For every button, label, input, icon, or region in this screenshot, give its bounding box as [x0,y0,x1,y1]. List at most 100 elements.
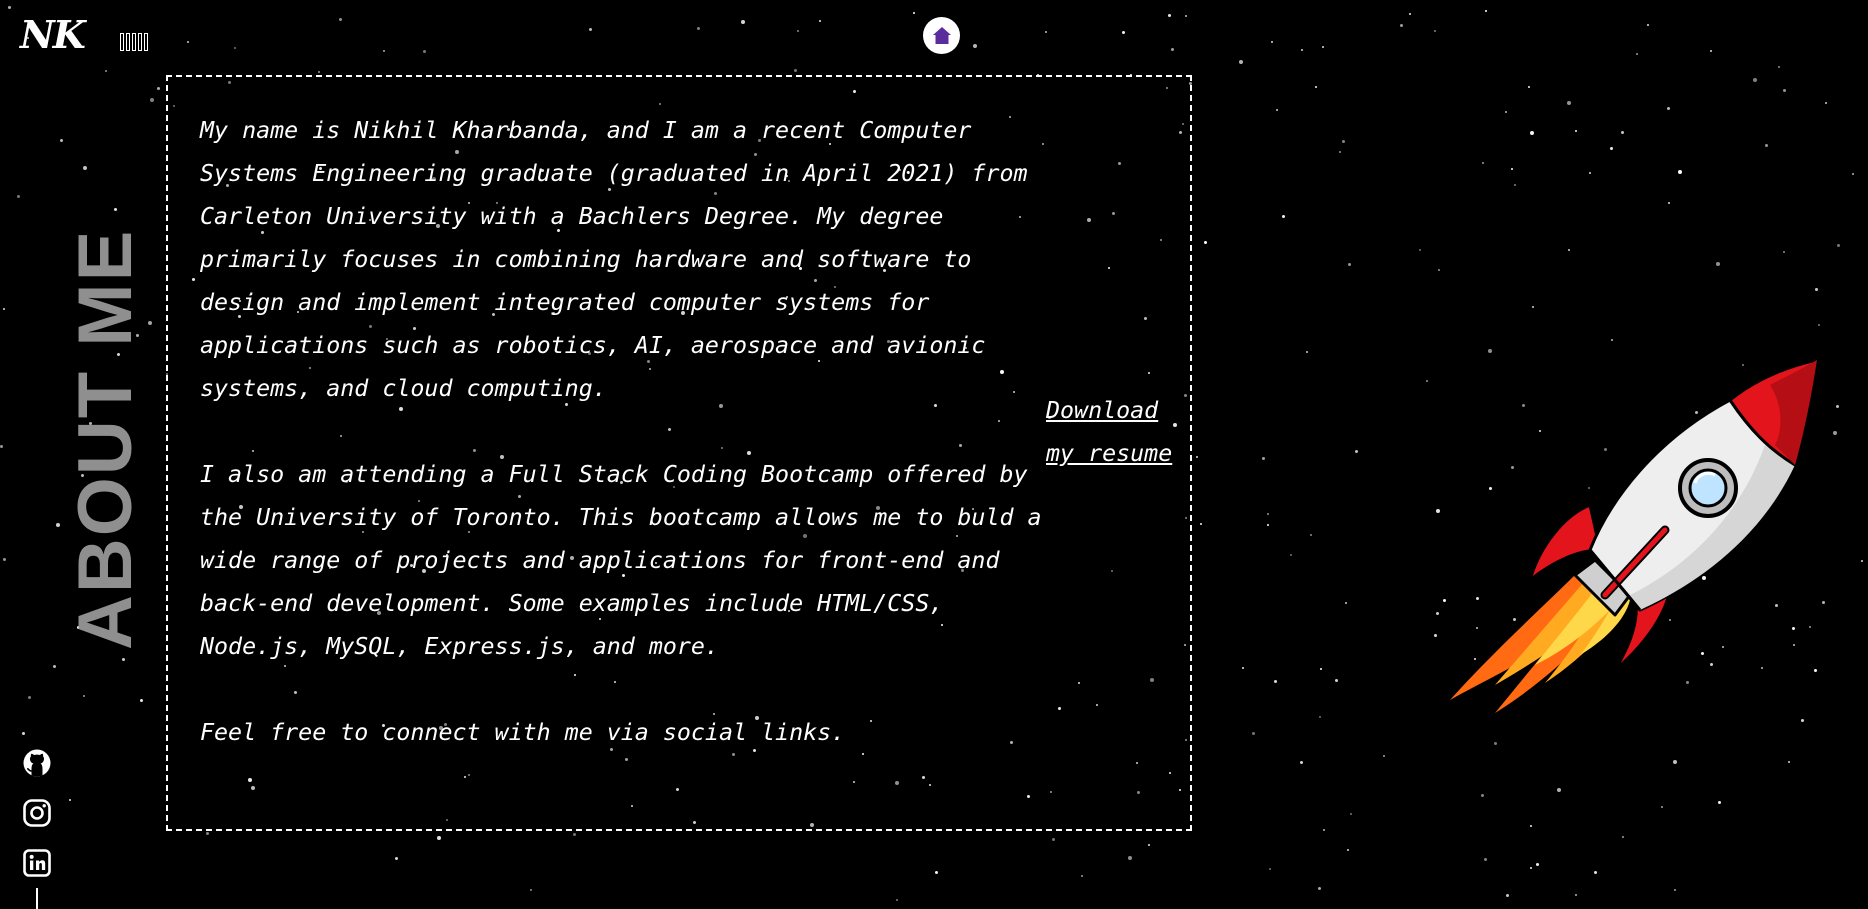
star [140,699,143,702]
star [1484,858,1487,861]
star [1716,262,1720,266]
star [1318,887,1321,890]
star [69,799,71,801]
star [157,87,160,90]
download-resume-link[interactable]: Download my resume [1046,389,1176,475]
star [1434,30,1436,32]
star [819,20,821,22]
star [187,41,189,43]
star [83,166,87,170]
star [1438,269,1440,271]
star [1788,761,1790,763]
page-title: ABOUT ME [63,228,148,650]
star [1575,894,1577,896]
star [114,208,117,211]
star [1355,450,1358,453]
star [1836,405,1839,408]
star [1818,324,1820,326]
star [1185,15,1187,17]
star [1488,349,1492,353]
star [1323,829,1325,831]
star [1511,168,1513,170]
star [1252,732,1255,735]
star [1322,46,1324,48]
star [1168,14,1171,17]
linkedin-icon[interactable] [22,848,52,878]
star [1319,716,1321,718]
star [1661,806,1663,808]
about-paragraph-education: My name is Nikhil Kharbanda, and I am a … [200,117,1028,402]
star [1320,668,1322,670]
star [1348,263,1351,266]
star [1200,523,1202,525]
star [573,833,576,836]
star [234,47,236,49]
star [797,30,799,32]
star [17,195,20,198]
star [1532,306,1534,308]
star [1557,788,1561,792]
star [1505,111,1507,113]
star [1667,107,1670,110]
star [1710,50,1712,52]
star [1339,151,1341,153]
star [1610,147,1613,150]
star [0,445,3,448]
star [1636,53,1638,55]
instagram-icon[interactable] [22,798,52,828]
star [1678,170,1682,174]
star [105,70,107,72]
star [1239,60,1243,64]
star [1530,825,1532,827]
star [1594,871,1597,874]
star [896,899,898,901]
star [206,832,209,835]
star [1825,102,1827,104]
star [1274,680,1277,683]
star [1861,560,1863,562]
star [1045,31,1047,33]
star [339,18,342,21]
star [1436,612,1439,615]
star [1306,351,1308,353]
about-card: My name is Nikhil Kharbanda, and I am a … [166,75,1192,831]
star [1528,86,1530,88]
github-icon[interactable] [22,748,52,778]
star [1290,554,1292,556]
star [913,12,915,14]
star [1383,755,1385,757]
star [1052,838,1055,841]
star [1621,131,1624,134]
star [1196,456,1198,458]
star [1611,339,1613,341]
star [1242,667,1244,669]
star [1783,89,1786,92]
star [53,665,56,668]
star [1148,844,1150,846]
star [1345,602,1347,604]
star [1783,251,1785,253]
star [1778,66,1780,68]
about-paragraph-bootcamp: I also am attending a Full Stack Coding … [200,461,1042,660]
star [935,871,938,874]
star [1276,109,1278,111]
star [22,732,25,735]
star [1674,889,1676,891]
star [1536,863,1539,866]
star [1506,894,1509,897]
star [150,98,154,102]
star [8,6,11,9]
sound-toggle[interactable] [120,33,148,51]
star [3,558,6,561]
about-paragraph-connect: Feel free to connect with me via social … [200,719,846,746]
logo[interactable]: NK [20,12,86,57]
home-button[interactable] [923,17,960,54]
star [1589,172,1591,174]
star [1481,794,1484,797]
star [794,69,797,72]
star [423,50,426,53]
star [1801,719,1804,722]
star [1171,48,1174,51]
star [973,44,977,48]
star [1128,856,1132,860]
